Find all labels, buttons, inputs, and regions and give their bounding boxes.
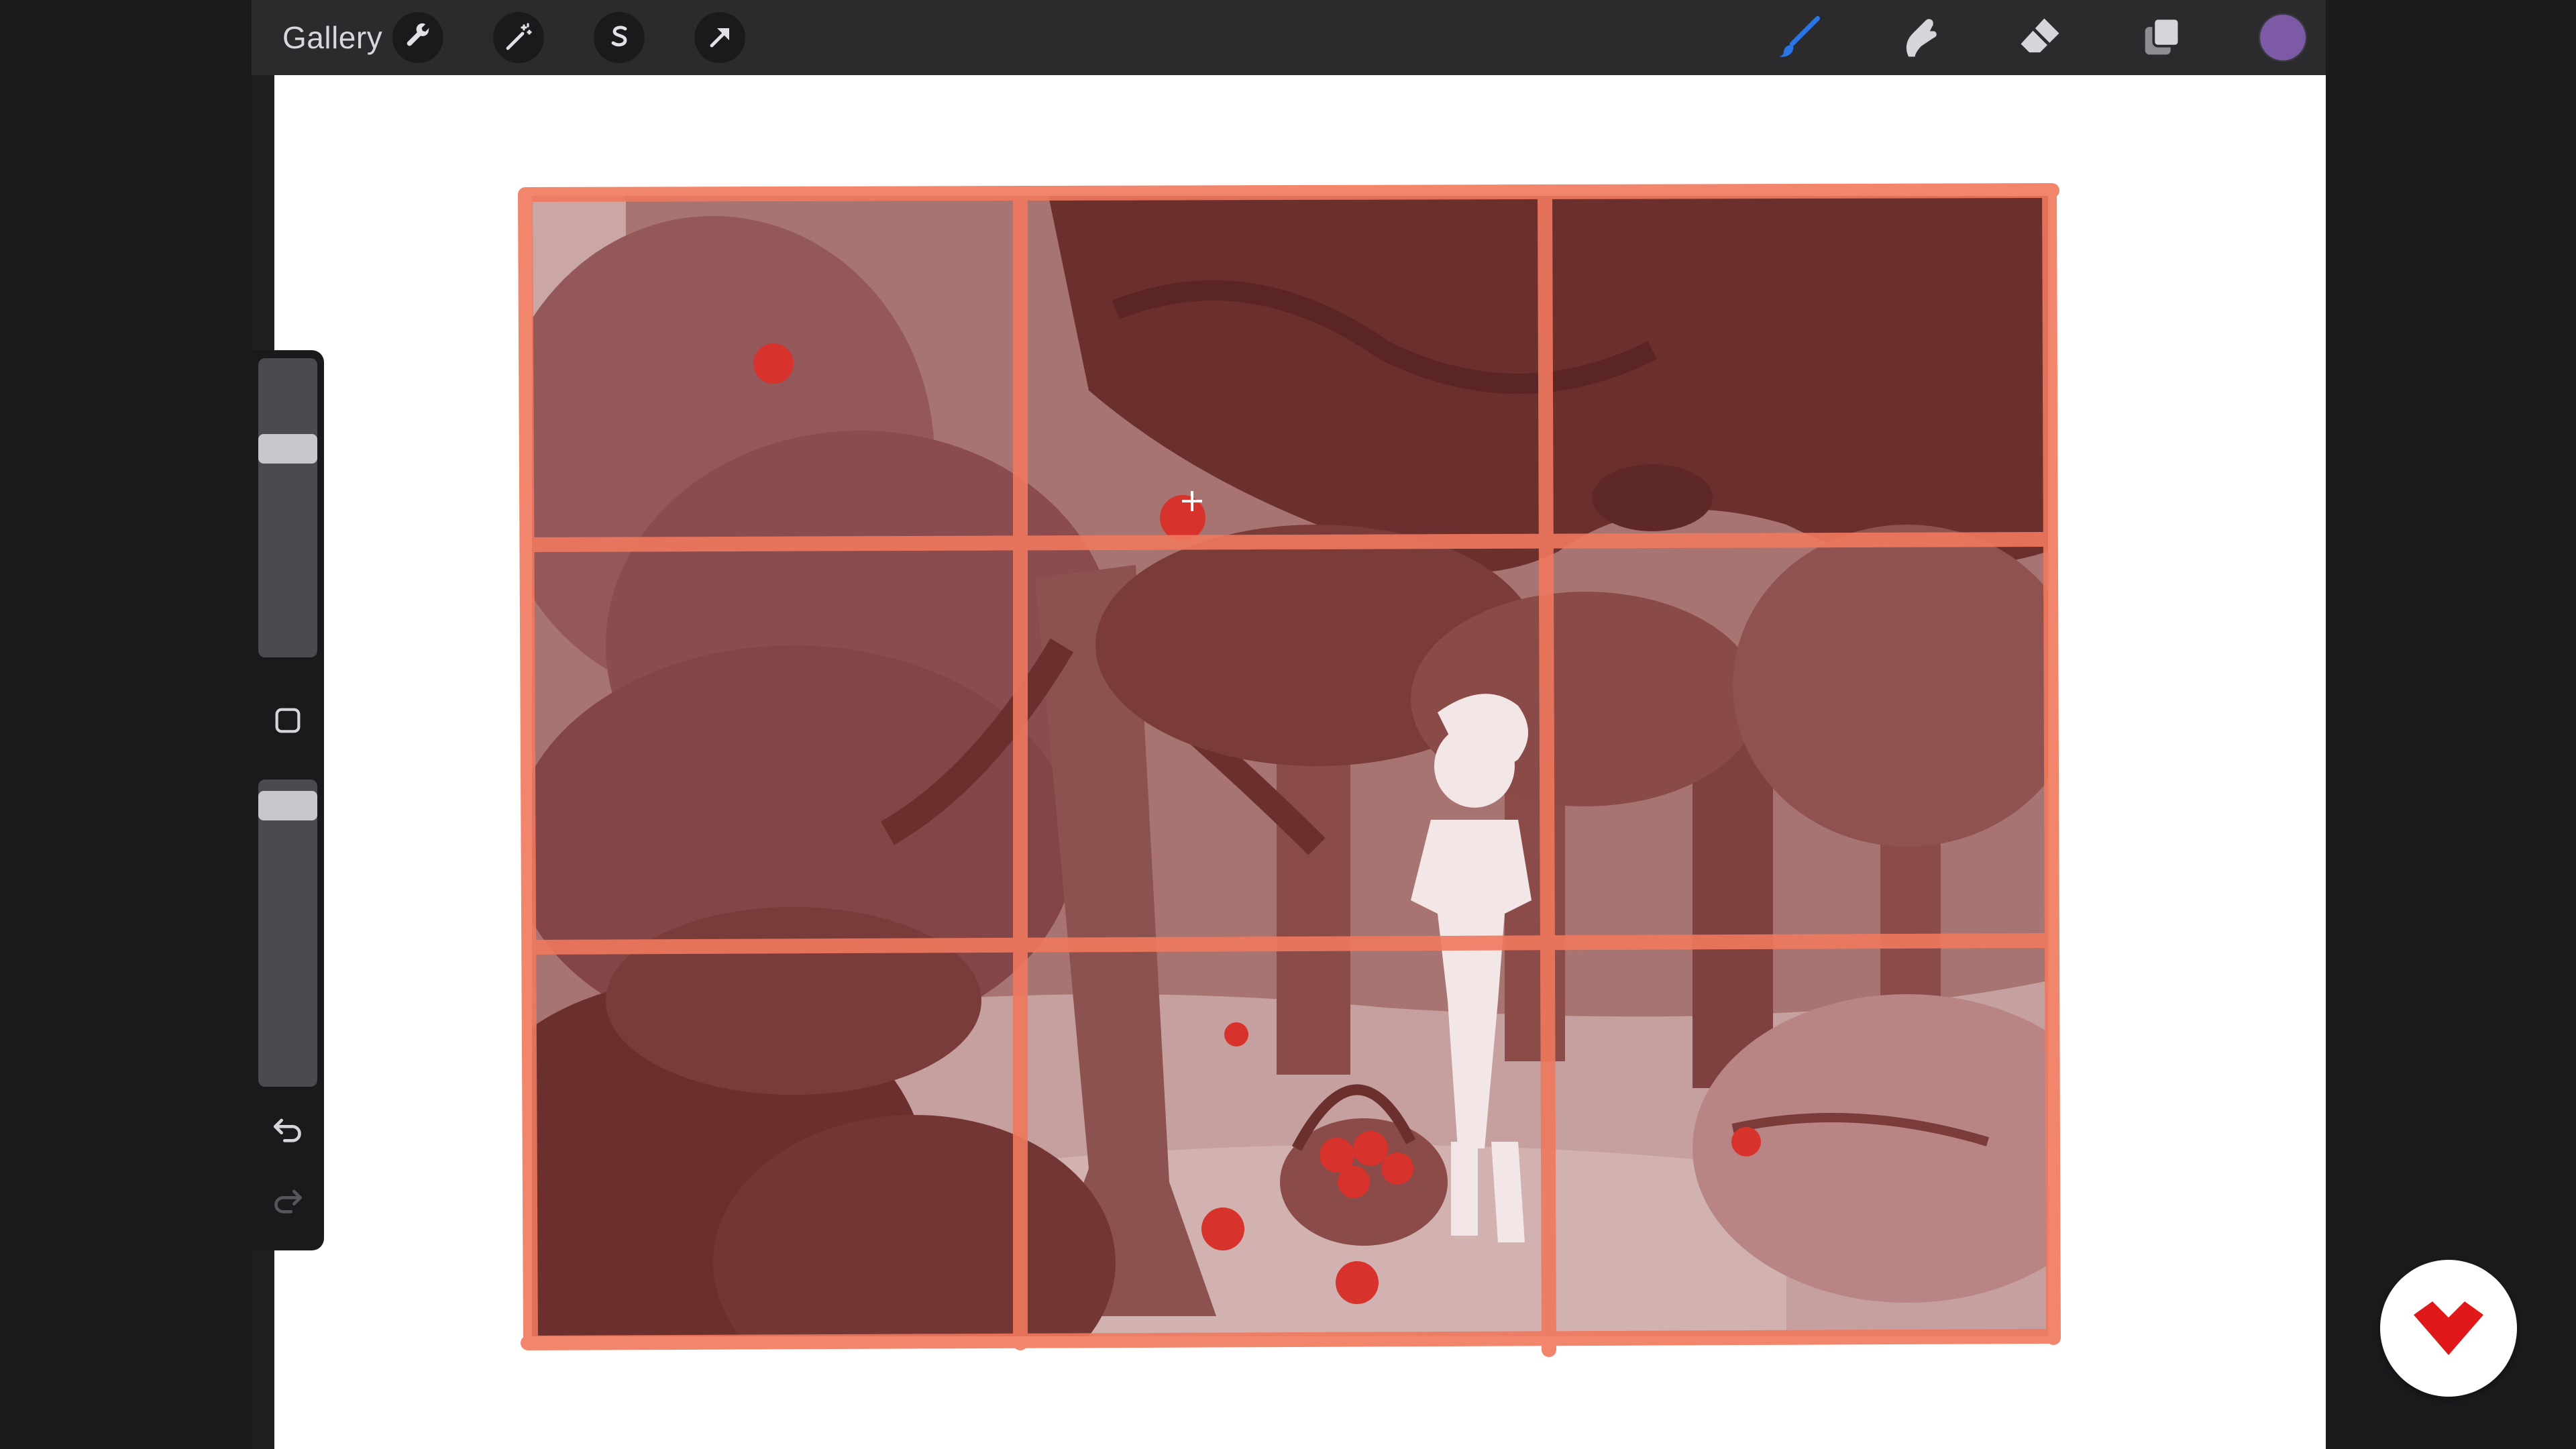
eraser-icon	[2021, 18, 2059, 53]
transform-button[interactable]	[694, 12, 745, 63]
brush-button[interactable]	[1769, 8, 1828, 67]
wrench-icon	[407, 23, 429, 46]
eraser-button[interactable]	[2010, 8, 2070, 67]
magic-wand-icon	[506, 23, 532, 50]
opacity-slider-thumb[interactable]	[258, 790, 317, 820]
procreate-app: Gallery	[252, 0, 2326, 1449]
painting-image	[518, 183, 2061, 1357]
domestika-logo-icon	[2414, 1301, 2483, 1355]
layers-button[interactable]	[2133, 8, 2192, 67]
actions-button[interactable]	[392, 12, 443, 63]
brush-icon	[1779, 16, 1820, 57]
undo-button[interactable]	[266, 1108, 309, 1151]
layers-icon	[2145, 17, 2181, 55]
undo-icon	[274, 1118, 301, 1142]
color-picker-button[interactable]	[2259, 13, 2307, 62]
brush-size-slider-thumb[interactable]	[258, 433, 317, 464]
brush-sidebar	[252, 350, 324, 1250]
brand-badge[interactable]	[2380, 1260, 2517, 1397]
adjustments-button[interactable]	[493, 12, 544, 63]
smudge-finger-icon	[1906, 19, 1937, 57]
gallery-button[interactable]: Gallery	[282, 15, 382, 60]
smudge-button[interactable]	[1890, 8, 1949, 67]
redo-button[interactable]	[266, 1179, 309, 1222]
top-toolbar: Gallery	[252, 0, 2326, 75]
opacity-slider[interactable]	[258, 780, 317, 1087]
drawing-canvas[interactable]	[274, 75, 2326, 1449]
square-icon	[275, 708, 301, 733]
modify-button[interactable]	[266, 699, 309, 742]
selection-s-icon	[611, 25, 627, 47]
cursor-arrow-icon	[710, 28, 729, 48]
brush-size-slider[interactable]	[258, 358, 317, 657]
redo-icon	[274, 1189, 302, 1214]
selection-button[interactable]	[594, 12, 645, 63]
